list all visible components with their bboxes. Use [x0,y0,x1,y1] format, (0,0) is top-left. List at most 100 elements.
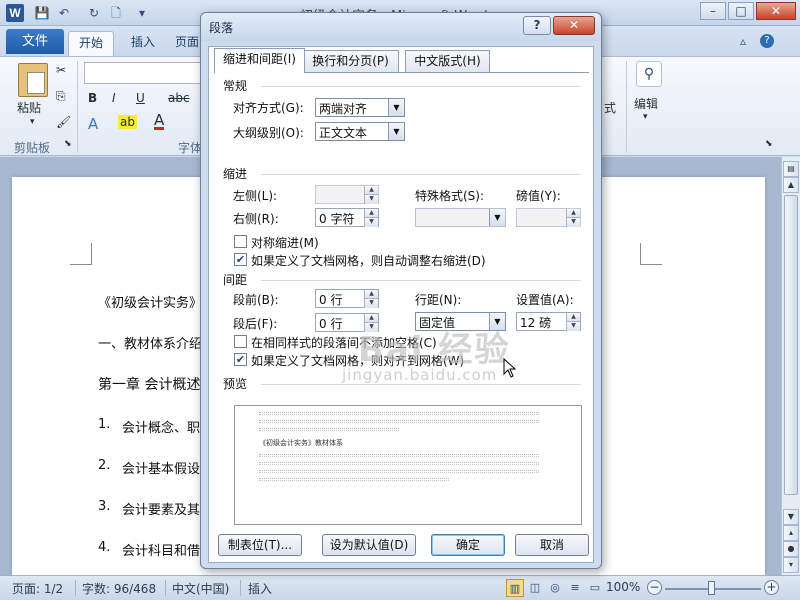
customize-qat-icon[interactable]: ▾ [134,5,150,21]
spin-down-icon[interactable]: ▼ [364,218,378,227]
space-after-spinner[interactable]: 0 行 ▲ ▼ [315,313,379,332]
spin-up-icon[interactable]: ▲ [364,314,378,323]
help-icon[interactable]: ? [760,34,774,48]
chevron-down-icon[interactable]: ▼ [388,99,404,116]
draft-view-icon[interactable]: ▭ [586,579,604,597]
page-count[interactable]: 页面: 1/2 [12,580,63,597]
dialog-title-bar[interactable]: 段落 ? ✕ [201,13,601,41]
scroll-thumb[interactable] [784,195,798,495]
language-indicator[interactable]: 中文(中国) [172,580,229,597]
spin-up-icon[interactable]: ▲ [566,313,580,322]
word-logo-icon[interactable]: W [6,4,24,22]
left-indent-spinner[interactable]: ▲ ▼ [315,185,379,204]
zoom-in-button[interactable]: + [764,580,779,595]
format-painter-icon[interactable]: 🖌 [56,115,71,129]
prev-page-button[interactable]: ▴ [783,525,799,541]
italic-button[interactable]: I [112,91,116,105]
tab-home[interactable]: 开始 [68,31,114,56]
tab-insert[interactable]: 插入 [120,31,166,56]
font-name-box[interactable] [84,62,204,84]
ruler-toggle-icon[interactable]: ▤ [783,161,799,177]
cancel-button[interactable]: 取消 [515,534,589,556]
scroll-up-button[interactable]: ▲ [783,177,799,193]
special-indent-select[interactable]: ▼ [415,208,506,227]
spin-up-icon[interactable]: ▲ [364,290,378,299]
minimize-button[interactable]: – [700,2,726,20]
chevron-down-icon[interactable]: ▼ [388,123,404,140]
spin-down-icon[interactable]: ▼ [364,299,378,308]
tab-page-layout[interactable]: 页面 [172,31,202,56]
snap-to-grid-label[interactable]: 如果定义了文档网格，则对齐到网格(W) [251,352,464,369]
no-space-same-style-checkbox[interactable] [234,335,247,348]
insert-mode[interactable]: 插入 [248,580,272,597]
spin-down-icon[interactable]: ▼ [566,322,580,331]
chevron-down-icon[interactable]: ▼ [489,209,505,226]
word-count[interactable]: 字数: 96/468 [82,580,156,597]
chevron-down-icon[interactable]: ▼ [489,313,505,330]
paste-dropdown-icon[interactable]: ▾ [30,117,35,127]
set-default-button[interactable]: 设为默认值(D) [322,534,416,556]
editing-dropdown-icon[interactable]: ▾ [643,112,648,122]
undo-icon[interactable]: ↶ [56,5,72,21]
auto-adjust-indent-checkbox[interactable]: ✔ [234,253,247,266]
ok-button[interactable]: 确定 [431,534,505,556]
alignment-select[interactable]: 两端对齐 ▼ [315,98,405,117]
maximize-button[interactable]: □ [728,2,754,20]
doc-paragraph[interactable]: 一、教材体系介绍 [98,333,202,352]
line-spacing-select[interactable]: 固定值 ▼ [415,312,506,331]
copy-icon[interactable]: ⎘ [56,89,66,104]
mirror-indents-checkbox[interactable] [234,235,247,248]
no-space-same-style-label[interactable]: 在相同样式的段落间不添加空格(C) [251,334,437,351]
new-document-icon[interactable]: 🗋 [108,5,124,21]
web-layout-icon[interactable]: ◎ [546,579,564,597]
font-color-button[interactable]: A [154,113,165,130]
tab-line-page-breaks[interactable]: 换行和分页(P) [302,50,399,72]
spin-down-icon[interactable]: ▼ [364,323,378,332]
underline-button[interactable]: U [136,91,145,105]
close-window-button[interactable]: ✕ [756,2,796,20]
vertical-scrollbar[interactable]: ▤ ▲ ▼ ▴ ● ▾ [781,157,800,575]
spin-up-icon[interactable]: ▲ [364,186,378,195]
spin-up-icon[interactable]: ▲ [566,209,580,218]
find-binoculars-icon[interactable]: ⚲ [636,61,662,87]
tabs-button[interactable]: 制表位(T)... [218,534,302,556]
save-icon[interactable]: 💾 [34,5,50,21]
strikethrough-button[interactable]: abc [168,91,190,105]
snap-to-grid-checkbox[interactable]: ✔ [234,353,247,366]
zoom-out-button[interactable]: − [647,580,662,595]
next-page-button[interactable]: ▾ [783,557,799,573]
space-before-spinner[interactable]: 0 行 ▲ ▼ [315,289,379,308]
text-effect-button[interactable]: A [88,115,98,133]
full-screen-reading-icon[interactable]: ◫ [526,579,544,597]
scroll-down-button[interactable]: ▼ [783,509,799,525]
editing-label[interactable]: 编辑 [634,95,658,112]
auto-adjust-indent-label[interactable]: 如果定义了文档网格，则自动调整右缩进(D) [251,252,486,269]
outline-level-select[interactable]: 正文文本 ▼ [315,122,405,141]
cut-icon[interactable]: ✂ [56,63,66,77]
outline-view-icon[interactable]: ≡ [566,579,584,597]
bold-button[interactable]: B [88,91,97,105]
spin-down-icon[interactable]: ▼ [566,218,580,227]
paste-icon[interactable] [18,63,48,97]
indent-by-spinner[interactable]: ▲ ▼ [516,208,581,227]
redo-icon[interactable]: ↻ [86,5,102,21]
print-layout-view-icon[interactable]: ▥ [506,579,524,597]
mirror-indents-label[interactable]: 对称缩进(M) [251,234,319,251]
styles-launcher-icon[interactable]: ⬊ [765,139,773,149]
zoom-slider-thumb[interactable] [708,581,715,595]
dialog-help-button[interactable]: ? [523,16,551,35]
spin-up-icon[interactable]: ▲ [364,209,378,218]
dialog-close-button[interactable]: ✕ [553,16,595,35]
tab-indents-spacing[interactable]: 缩进和间距(I) [214,48,305,73]
tab-file[interactable]: 文件 [6,29,64,54]
clipboard-launcher-icon[interactable]: ⬊ [64,139,72,149]
zoom-level[interactable]: 100% [606,580,640,594]
browse-object-button[interactable]: ● [783,541,799,557]
spin-down-icon[interactable]: ▼ [364,195,378,204]
minimize-ribbon-icon[interactable]: ▵ [740,34,746,48]
tab-asian-typography[interactable]: 中文版式(H) [405,50,490,72]
right-indent-spinner[interactable]: 0 字符 ▲ ▼ [315,208,379,227]
paste-label[interactable]: 粘贴 [17,99,41,116]
highlight-button[interactable]: ab [118,115,137,129]
spacing-at-spinner[interactable]: 12 磅 ▲ ▼ [516,312,581,331]
